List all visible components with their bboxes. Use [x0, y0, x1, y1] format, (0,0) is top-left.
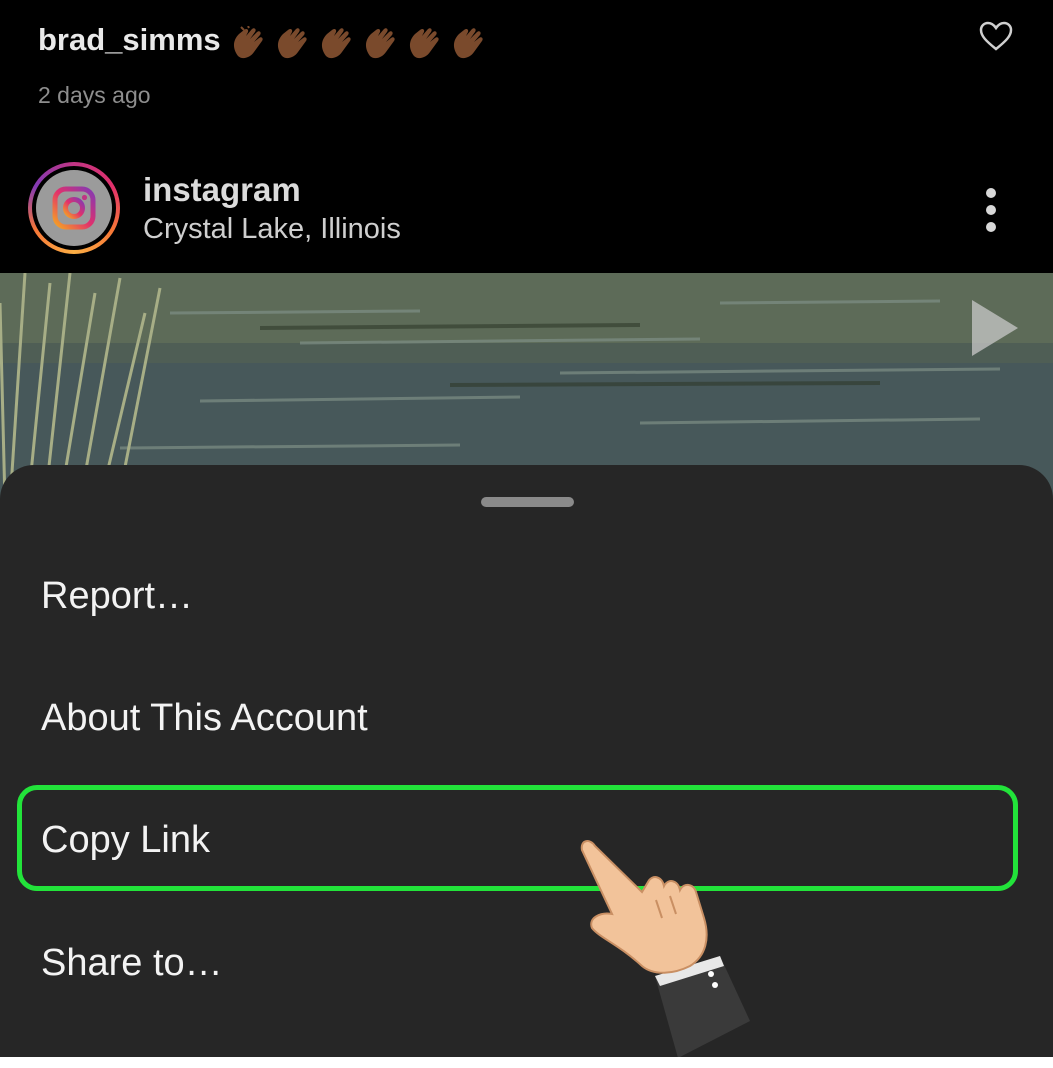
- heart-outline-icon[interactable]: [978, 20, 1014, 52]
- menu-item-label: Share to…: [41, 942, 223, 984]
- menu-item-about-account[interactable]: About This Account: [0, 663, 1053, 773]
- play-icon[interactable]: [972, 300, 1018, 356]
- avatar[interactable]: [28, 162, 120, 254]
- menu-item-label: Report…: [41, 575, 194, 617]
- instagram-logo-icon: [52, 186, 96, 230]
- menu-item-label: About This Account: [41, 697, 368, 739]
- app-screen: brad_simms 2 days ago instagram Crystal …: [0, 0, 1053, 1057]
- pointing-hand-icon: [580, 840, 750, 1057]
- comment-timestamp: 2 days ago: [38, 82, 151, 108]
- clapping-hands-icon: [233, 26, 263, 59]
- clapping-hands-icon: [277, 28, 307, 59]
- comment-emoji-row: [230, 26, 490, 60]
- options-bottom-sheet: Report… About This Account Copy Link Sha…: [0, 465, 1053, 1057]
- vertical-ellipsis-icon[interactable]: [970, 182, 1012, 238]
- comment-username[interactable]: brad_simms: [38, 22, 221, 58]
- clapping-hands-icon: [365, 28, 395, 59]
- clapping-hands-icon: [321, 28, 351, 59]
- highlight-box: [17, 785, 1018, 891]
- menu-item-report[interactable]: Report…: [0, 541, 1053, 651]
- sheet-drag-handle[interactable]: [481, 497, 574, 507]
- post-username[interactable]: instagram: [143, 171, 301, 209]
- clapping-hands-icon: [409, 28, 439, 59]
- menu-item-share-to[interactable]: Share to…: [0, 908, 1053, 1018]
- post-location[interactable]: Crystal Lake, Illinois: [143, 213, 401, 246]
- clapping-hands-icon: [453, 28, 483, 59]
